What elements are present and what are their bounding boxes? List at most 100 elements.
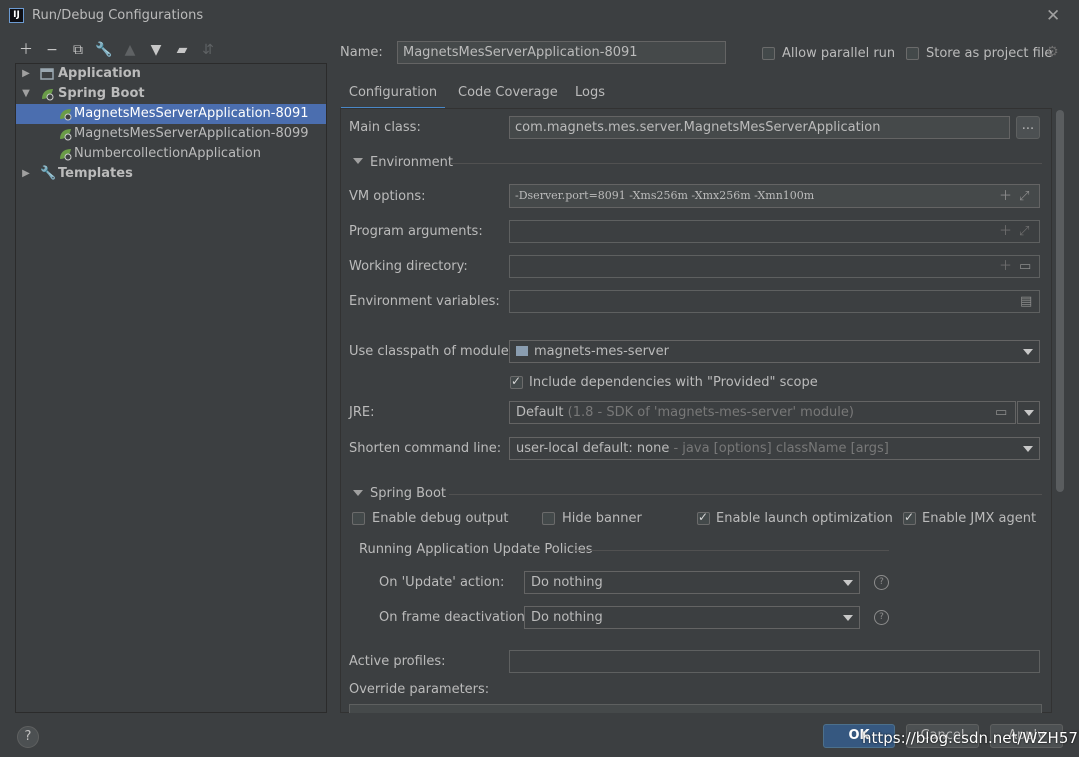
program-arguments-input[interactable] (509, 220, 1040, 243)
chevron-down-icon (843, 615, 853, 621)
chevron-right-icon[interactable]: ▶ (21, 64, 31, 84)
environment-variables-input[interactable] (509, 290, 1040, 313)
scrollbar[interactable] (1056, 110, 1064, 492)
name-label: Name: (340, 45, 383, 60)
tree-item-config-8091[interactable]: MagnetsMesServerApplication-8091 (16, 104, 326, 124)
vm-options-label: VM options: (349, 189, 426, 204)
maximize-icon[interactable]: ⤢ (1019, 186, 1029, 207)
gear-icon[interactable]: ⚙ (1046, 44, 1059, 60)
tree-label-spring-boot: Spring Boot (58, 86, 145, 101)
remove-icon[interactable]: − (43, 41, 61, 59)
module-folder-icon (516, 346, 528, 356)
tree-label-config: MagnetsMesServerApplication-8099 (74, 126, 309, 141)
help-icon[interactable]: ? (874, 575, 889, 590)
environment-section-title[interactable]: Environment (370, 155, 453, 170)
on-frame-deactivation-value: Do nothing (531, 610, 603, 625)
enable-jmx-agent-checkbox[interactable] (903, 510, 916, 525)
hide-banner-label: Hide banner (562, 511, 642, 526)
main-class-input[interactable]: com.magnets.mes.server.MagnetsMesServerA… (509, 116, 1010, 139)
on-update-action-value: Do nothing (531, 575, 603, 590)
spring-boot-collapse-icon[interactable] (353, 490, 363, 496)
main-class-label: Main class: (349, 120, 421, 135)
spring-boot-icon (42, 89, 54, 101)
add-icon[interactable]: ＋ (17, 41, 35, 59)
on-update-action-select[interactable]: Do nothing (524, 571, 860, 594)
on-frame-deactivation-label: On frame deactivation: (379, 610, 530, 625)
tree-item-config-8099[interactable]: MagnetsMesServerApplication-8099 (16, 124, 326, 144)
copy-icon[interactable]: ⧉ (69, 41, 87, 59)
environment-collapse-icon[interactable] (353, 158, 363, 164)
enable-debug-output-checkbox[interactable] (352, 512, 365, 525)
spring-boot-section-title[interactable]: Spring Boot (370, 486, 446, 501)
tree-item-templates[interactable]: ▶ 🔧 Templates (16, 164, 326, 184)
tree-item-config-numbercollection[interactable]: NumbercollectionApplication (16, 144, 326, 164)
environment-variables-label: Environment variables: (349, 294, 500, 309)
tree-label-templates: Templates (58, 166, 133, 181)
enable-launch-optimization-label: Enable launch optimization (716, 511, 893, 526)
arrow-down-icon[interactable]: ▼ (147, 41, 165, 59)
jre-dropdown-button[interactable] (1017, 401, 1040, 424)
shorten-command-line-label: Shorten command line: (349, 441, 502, 456)
allow-parallel-checkbox[interactable] (762, 47, 775, 60)
jre-value: Default (516, 405, 564, 420)
allow-parallel-label: Allow parallel run (782, 46, 896, 61)
tab-code-coverage[interactable]: Code Coverage (458, 83, 558, 107)
classpath-module-value: magnets-mes-server (534, 344, 669, 359)
enable-launch-optimization-checkbox[interactable] (697, 510, 710, 525)
browse-main-class-button[interactable]: ... (1016, 116, 1040, 139)
tree-item-application[interactable]: ▶ Application (16, 64, 326, 84)
chevron-down-icon (843, 580, 853, 586)
help-icon[interactable]: ? (874, 610, 889, 625)
jre-hint: (1.8 - SDK of 'magnets-mes-server' modul… (567, 405, 854, 420)
tab-logs[interactable]: Logs (575, 83, 605, 107)
active-profiles-input[interactable] (509, 650, 1040, 673)
update-policies-title: Running Application Update Policies (359, 542, 593, 557)
configurations-tree: ▶ Application ▼ Spring Boot MagnetsMesSe… (15, 63, 327, 713)
jre-input[interactable]: Default (1.8 - SDK of 'magnets-mes-serve… (509, 401, 1016, 424)
divider (573, 550, 889, 551)
expand-plus-icon[interactable]: ＋ (999, 256, 1012, 277)
chevron-down-icon (1024, 410, 1034, 416)
include-dependencies-checkbox[interactable] (510, 374, 523, 389)
expand-plus-icon[interactable]: ＋ (999, 186, 1012, 207)
working-directory-input[interactable] (509, 255, 1040, 278)
override-parameters-table[interactable] (349, 704, 1042, 713)
classpath-module-select[interactable]: magnets-mes-server (509, 340, 1040, 363)
maximize-icon[interactable]: ⤢ (1019, 221, 1029, 242)
sort-icon[interactable]: ⇵ (199, 41, 217, 59)
tree-item-spring-boot[interactable]: ▼ Spring Boot (16, 84, 326, 104)
tree-label-config: MagnetsMesServerApplication-8091 (74, 106, 309, 121)
name-input[interactable]: MagnetsMesServerApplication-8091 (397, 41, 726, 64)
tree-label-application: Application (58, 66, 141, 81)
close-icon[interactable]: ✕ (1046, 6, 1060, 26)
help-button[interactable]: ? (17, 726, 39, 748)
store-project-label: Store as project file (926, 46, 1053, 61)
program-arguments-label: Program arguments: (349, 224, 483, 239)
vm-options-input[interactable]: -Dserver.port=8091 -Xms256m -Xmx256m -Xm… (509, 184, 1040, 208)
shorten-command-line-select[interactable]: user-local default: none - java [options… (509, 437, 1040, 460)
chevron-down-icon[interactable]: ▼ (21, 84, 31, 104)
document-icon[interactable]: ▤ (1020, 291, 1032, 312)
chevron-right-icon[interactable]: ▶ (21, 164, 31, 184)
shorten-command-line-hint: - java [options] className [args] (673, 441, 889, 456)
intellij-app-icon: IJ (9, 8, 24, 23)
classpath-module-label: Use classpath of module: (349, 344, 514, 359)
working-directory-label: Working directory: (349, 259, 468, 274)
expand-plus-icon[interactable]: ＋ (999, 221, 1012, 242)
divider (449, 494, 1042, 495)
folder-icon[interactable]: ▭ (1019, 256, 1031, 277)
tab-configuration[interactable]: Configuration (341, 83, 445, 110)
tree-label-config: NumbercollectionApplication (74, 146, 261, 161)
wrench-icon[interactable]: 🔧 (95, 41, 113, 59)
spring-boot-icon (60, 129, 72, 141)
arrow-up-icon[interactable]: ▲ (121, 41, 139, 59)
hide-banner-checkbox[interactable] (542, 512, 555, 525)
title-bar: IJ Run/Debug Configurations ✕ (0, 0, 1079, 32)
chevron-down-icon (1023, 349, 1033, 355)
spring-boot-icon (60, 149, 72, 161)
store-project-checkbox[interactable] (906, 47, 919, 60)
divider (450, 163, 1042, 164)
folder-add-icon[interactable]: ▰ (173, 41, 191, 59)
on-frame-deactivation-select[interactable]: Do nothing (524, 606, 860, 629)
folder-icon[interactable]: ▭ (995, 402, 1007, 423)
